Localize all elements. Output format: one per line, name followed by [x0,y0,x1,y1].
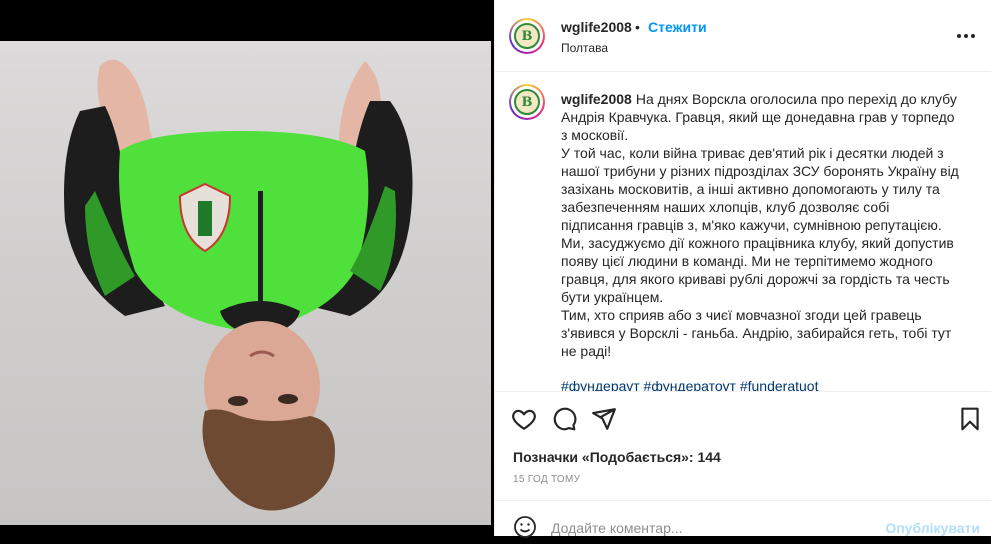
post-location[interactable]: Полтава [561,41,608,55]
separator-dot: • [635,19,640,35]
comment-input[interactable] [551,518,861,538]
club-logo-icon: B [514,89,540,115]
caption-hashtags[interactable]: #фундераут #фундератоут #funderatuot [561,378,818,391]
likes-count[interactable]: Позначки «Подобається»: 144 [513,449,721,465]
post-timestamp[interactable]: 15 ГОД ТОМУ [513,474,580,485]
comment-bar: Опублікувати [495,500,991,539]
post-caption: wglife2008 На днях Ворскла оголосила про … [561,90,961,360]
post-media-pane [0,0,494,536]
post-header: B wglife2008 • Стежити Полтава [495,0,991,72]
emoji-icon[interactable] [513,515,537,539]
follow-button[interactable]: Стежити [648,19,707,35]
heart-icon[interactable] [511,406,537,432]
caption-author-avatar[interactable]: B [509,84,545,120]
post-detail-panel: B wglife2008 • Стежити Полтава B wglife2… [494,0,991,539]
post-photo[interactable] [0,41,491,525]
share-icon[interactable] [591,406,617,432]
comment-icon[interactable] [551,406,577,432]
upside-down-player-photo [64,59,413,511]
caption-area[interactable]: B wglife2008 На днях Ворскла оголосила пр… [495,72,991,392]
club-logo-icon: B [514,23,540,49]
caption-text: На днях Ворскла оголосила про перехід до… [561,91,959,359]
more-options-icon[interactable] [956,26,976,44]
author-username[interactable]: wglife2008 [561,19,632,35]
post-actions-bar [495,400,991,440]
publish-button[interactable]: Опублікувати [885,520,980,536]
bookmark-icon[interactable] [957,406,983,432]
caption-username[interactable]: wglife2008 [561,91,632,107]
author-avatar[interactable]: B [509,18,545,54]
